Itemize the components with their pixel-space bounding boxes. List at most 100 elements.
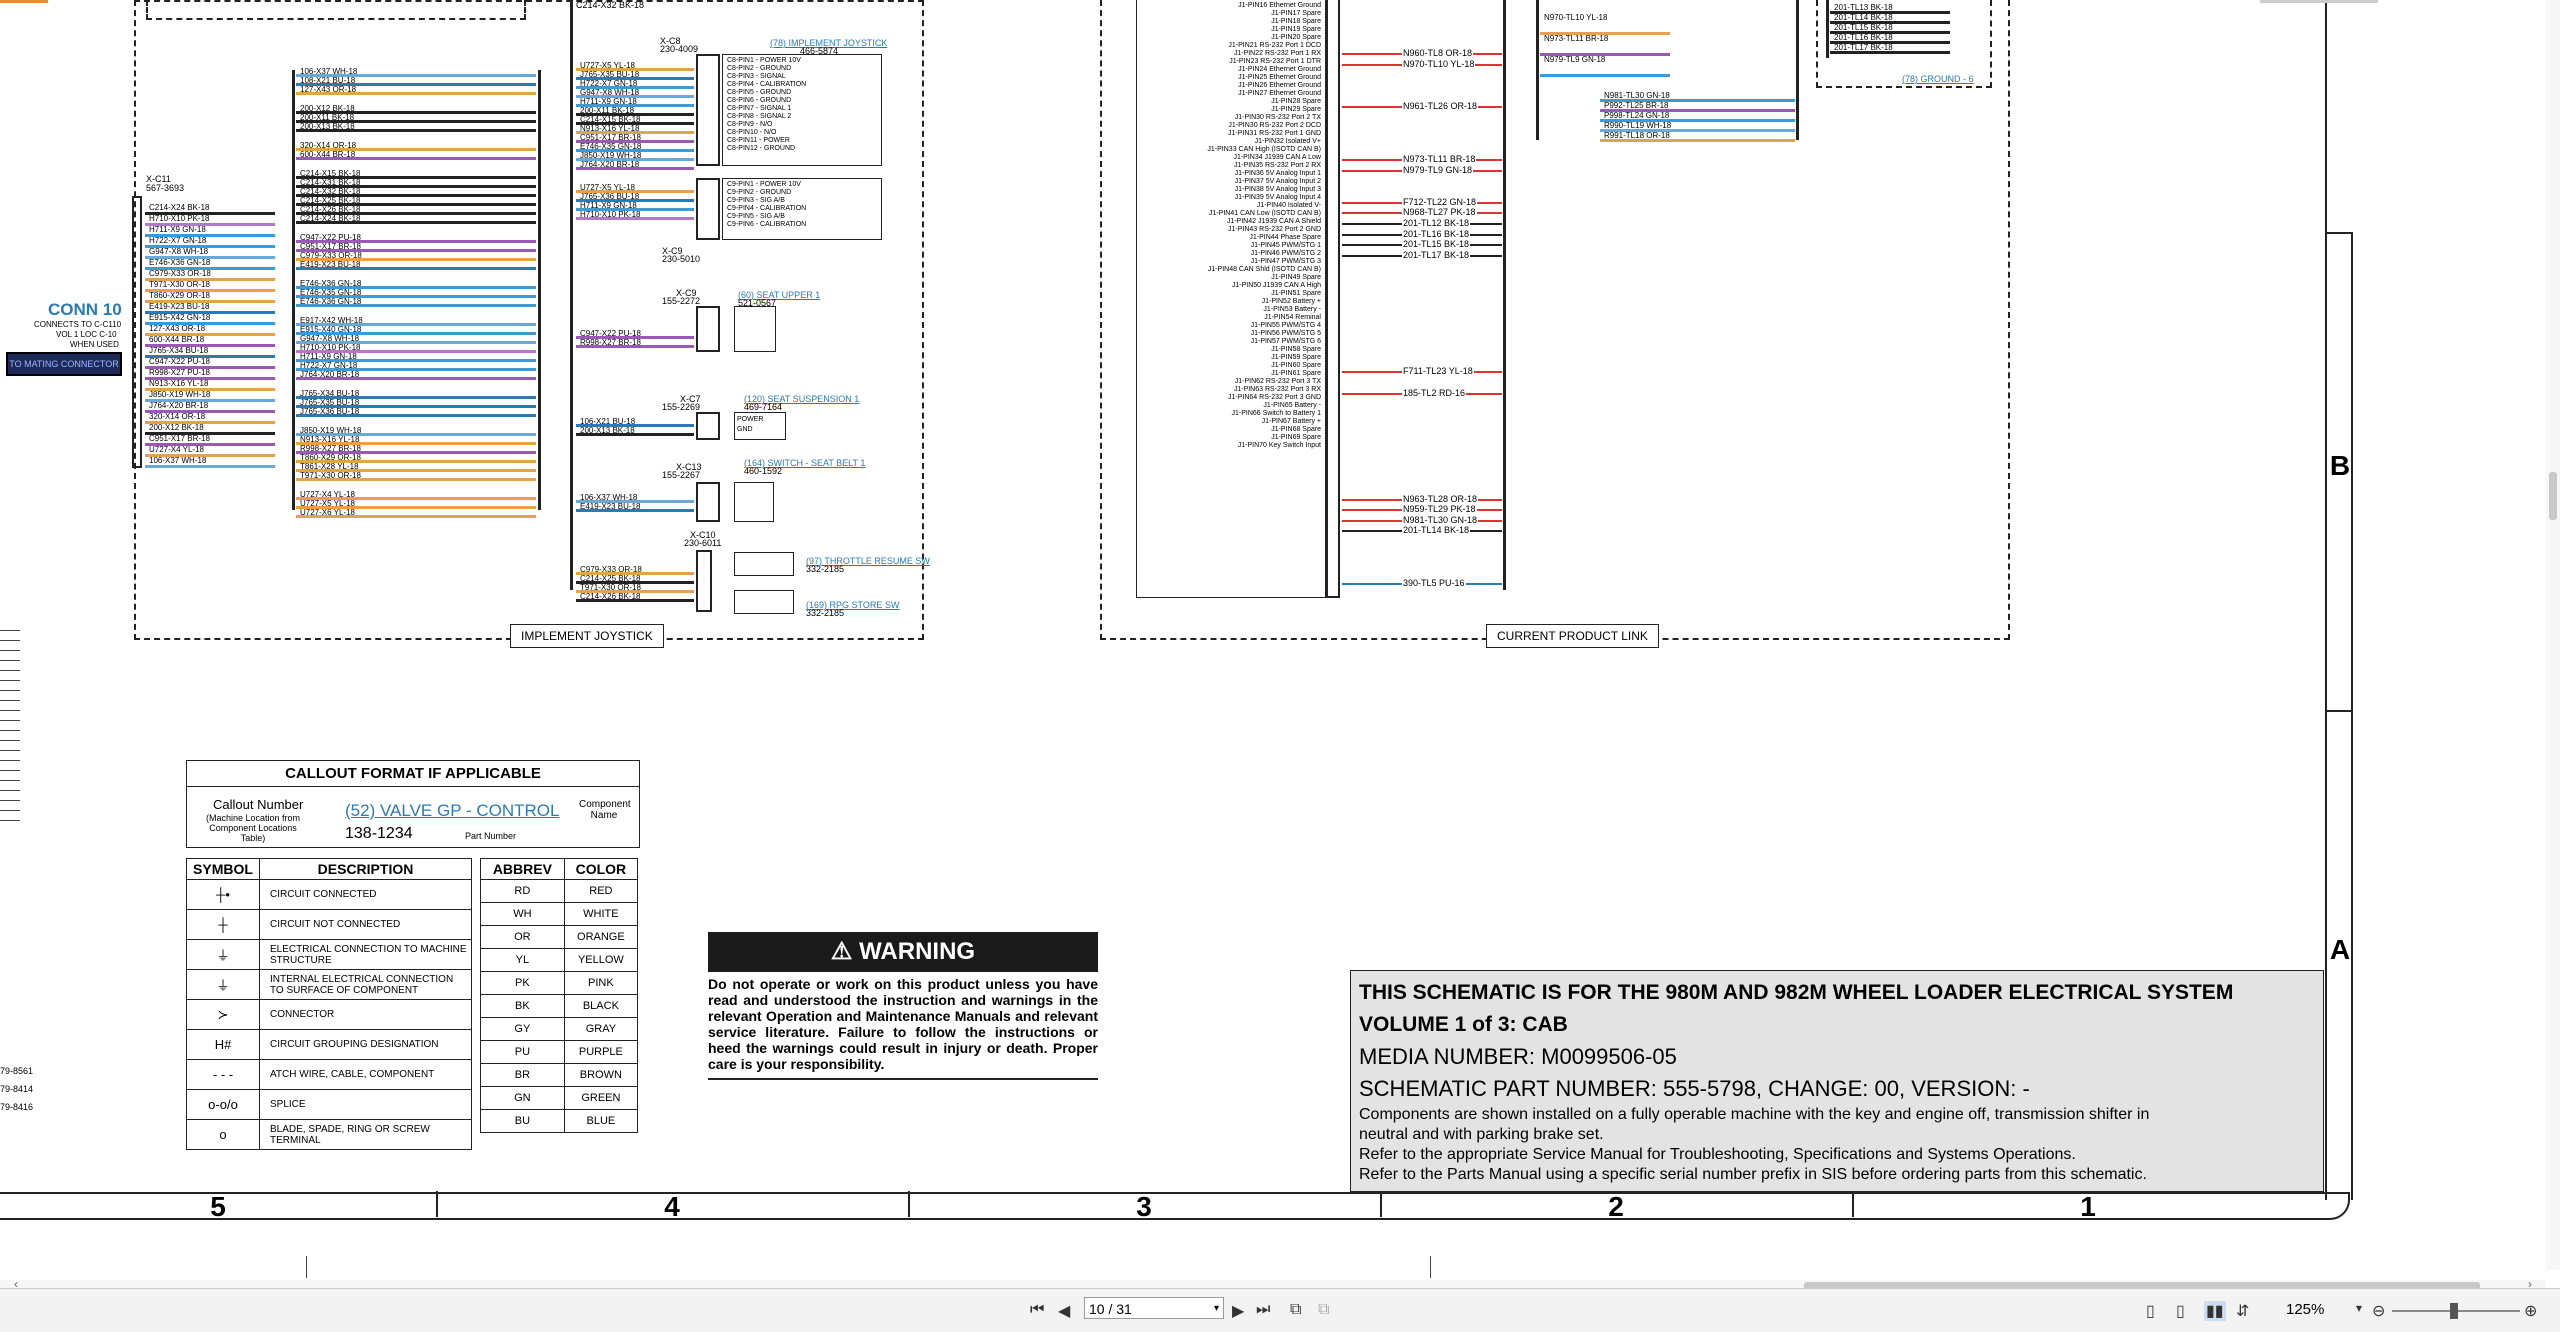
bus-line: [538, 70, 541, 510]
abbrev-cell: PU: [480, 1040, 565, 1064]
vertical-scroll-thumb[interactable]: [2549, 472, 2557, 520]
copy-icon[interactable]: ⧉: [1290, 1301, 1301, 1319]
joystick-wire: C214-X32 BK-18: [576, 0, 645, 10]
ground-link[interactable]: (78) GROUND - 6: [1902, 74, 1974, 84]
bus-line: [1536, 0, 1539, 140]
vertical-scrollbar[interactable]: [2546, 0, 2560, 1270]
zoom-dropdown-icon[interactable]: ▾: [2356, 1301, 2362, 1315]
conn10-title[interactable]: CONN 10: [48, 300, 122, 320]
warning-triangle-icon: ⚠: [830, 938, 853, 965]
pin-label: J1-PIN35 RS-232 Port 2 RX: [1233, 162, 1321, 169]
chevron-down-icon[interactable]: ▾: [1214, 1298, 1219, 1320]
pin-label: J1-PIN48 CAN Shld (ISOTD CAN B): [1207, 266, 1321, 273]
wire: N970-TL10 YL-18: [1342, 59, 1502, 69]
wire-group: 106-X37 WH-18 108-X21 BU-18 127-X43 OR-18: [296, 67, 536, 95]
page-number-input[interactable]: 10 / 31 ▾: [1084, 1297, 1224, 1319]
zoom-slider-thumb[interactable]: [2450, 1303, 2458, 1319]
current-product-link-label: CURRENT PRODUCT LINK: [1486, 624, 1659, 648]
wire: 201-TL14 BK-18: [1342, 525, 1502, 536]
description-cell: CIRCUIT NOT CONNECTED: [259, 909, 472, 940]
continuous-view-icon[interactable]: ▯: [2176, 1301, 2185, 1321]
pin-label: C8-PIN6 - GROUND: [727, 97, 792, 104]
callout-example-link[interactable]: (52) VALVE GP - CONTROL: [345, 801, 559, 821]
wire-label: N959-TL29 PK-18: [1402, 504, 1477, 515]
wire: H710-X10 PK-18: [576, 210, 694, 220]
zoom-out-icon[interactable]: ⊖: [2372, 1301, 2385, 1321]
wire-label: N961-TL26 OR-18: [1402, 101, 1479, 112]
callout-title: CALLOUT FORMAT IF APPLICABLE: [187, 761, 639, 787]
pin-label: J1-PIN30 RS-232 Port 2 TX: [1234, 114, 1321, 121]
pin-label: J1-PIN55 PWM/STG 4: [1250, 322, 1321, 329]
color-cell: RED: [563, 879, 639, 903]
pin-label: C8-PIN5 - GROUND: [727, 89, 792, 96]
joystick-wire-group: 106-X37 WH-18 E419-X23 BU-18: [576, 493, 694, 512]
pin-label: J1-PIN27 Ethernet Ground: [1238, 90, 1321, 97]
wire-label: 185-TL2 RD-16: [1402, 387, 1467, 398]
viewer-toolbar: ⏮ ◀ 10 / 31 ▾ ▶ ⏭ ⧉ ⧉ ▯ ▯ ▮▮ ⇵ 125% ▾ ⊖ …: [0, 1288, 2560, 1332]
copy-disabled-icon[interactable]: ⧉: [1318, 1301, 1329, 1319]
color-cell: WHITE: [563, 902, 639, 926]
symbol-cell: ≻: [186, 999, 260, 1030]
last-page-icon[interactable]: ⏭: [1256, 1301, 1270, 1319]
pin-label: J1-PIN61 Spare: [1271, 370, 1321, 377]
joystick-wire-group: U727-X5 YL-18 J765-X36 BU-18 H711-X9 GN-18…: [576, 183, 694, 220]
single-page-view-icon[interactable]: ▯: [2146, 1301, 2155, 1321]
color-abbrev-table: ABBREV COLOR RD RED WH WHITE OR ORANGE YL YELLO…: [480, 858, 639, 1133]
wire-label: J764-X20 BR-18: [300, 370, 360, 379]
previous-page-icon[interactable]: ◀: [1058, 1301, 1070, 1321]
color-row: OR ORANGE: [480, 925, 639, 949]
wire: N979-TL9 GN-18: [1540, 55, 1670, 77]
title-note-3: Refer to the Parts Manual using a specif…: [1359, 1166, 2147, 1183]
wire-label: 200-X13 BK-18: [300, 122, 355, 131]
xc13-connector: [696, 482, 720, 522]
wire-group: E917-X42 WH-18 E915-X40 GN-18 G947-X8 WH-1…: [296, 316, 536, 380]
first-page-icon[interactable]: ⏮: [1030, 1301, 1044, 1319]
symbol-table: SYMBOL DESCRIPTION ┼• CIRCUIT CONNECTED ┼ C…: [186, 858, 472, 1150]
implement-joystick-box: C8-PIN1 - POWER 10V C8-PIN2 - GROUND C8-PI…: [722, 54, 882, 166]
pin-label: J1-PIN65 Battery -: [1263, 402, 1321, 409]
zoom-in-icon[interactable]: ⊕: [2524, 1301, 2537, 1321]
pin-label: C9-PIN1 - POWER 10V: [727, 181, 801, 188]
wire-label: N979-TL9 GN-18: [1402, 165, 1474, 175]
tick: [306, 1256, 307, 1278]
wire: N959-TL29 PK-18: [1342, 504, 1502, 515]
pin-label: J1-PIN58 Spare: [1271, 346, 1321, 353]
pin-label: C8-PIN3 - SIGNAL: [727, 73, 786, 80]
wire-label: T971-X30 OR-18: [300, 471, 361, 480]
wire: 600-X44 BR-18: [296, 150, 536, 160]
pin-label: J1-PIN60 Spare: [1271, 362, 1321, 369]
wire: E419-X23 BU-18: [296, 260, 536, 270]
wire-label: 201-TL14 BK-18: [1402, 525, 1471, 536]
wire: F712-TL22 GN-18: [1342, 196, 1502, 207]
color-row: BK BLACK: [480, 994, 639, 1018]
left-ref: 79-8414: [0, 1084, 34, 1094]
two-page-view-icon[interactable]: ▮▮: [2204, 1301, 2226, 1321]
zoom-level[interactable]: 125%: [2286, 1301, 2324, 1318]
pin-label: J1-PIN25 Ethernet Ground: [1238, 74, 1321, 81]
pin-label: J1-PIN57 PWM/STG 6: [1250, 338, 1321, 345]
color-cell: PURPLE: [563, 1040, 639, 1064]
pin-label: J1-PIN59 Spare: [1271, 354, 1321, 361]
wire-label: 390-TL5 PU-16: [1402, 578, 1466, 589]
joystick-wire-group: C947-X22 PU-18 R998-X27 BR-18: [576, 329, 694, 348]
pin-label: J1-PIN21 RS-232 Port 1 DCD: [1228, 42, 1321, 49]
symbol-row: ⏚ INTERNAL ELECTRICAL CONNECTION TO SURFA…: [186, 969, 472, 1000]
pin-label: J1-PIN43 RS-232 Port 2 GND: [1228, 226, 1321, 233]
scroll-view-icon[interactable]: ⇵: [2236, 1301, 2249, 1321]
zone-col-4: 4: [436, 1191, 910, 1222]
throttle-resume-pn: 332-2185: [806, 564, 845, 574]
next-page-icon[interactable]: ▶: [1232, 1301, 1244, 1321]
zoom-slider[interactable]: [2392, 1303, 2520, 1319]
wire-label: N981-TL30 GN-18: [1402, 514, 1479, 525]
top-edge-control: [2260, 0, 2378, 3]
to-mating-connector-button[interactable]: TO MATING CONNECTOR: [6, 352, 122, 376]
wire-label: 201-TL15 BK-18: [1402, 239, 1471, 250]
color-row: YL YELLOW: [480, 948, 639, 972]
pin-label: J1-PIN52 Battery +: [1261, 298, 1321, 305]
abbrev-cell: OR: [480, 925, 565, 949]
abbrev-cell: BK: [480, 994, 565, 1018]
wire-label: N979-TL9 GN-18: [1544, 55, 1606, 64]
wire: N961-TL26 OR-18: [1342, 101, 1502, 112]
wire: 185-TL2 RD-16: [1342, 387, 1502, 398]
wire-label: U727-X6 YL-18: [300, 508, 355, 517]
